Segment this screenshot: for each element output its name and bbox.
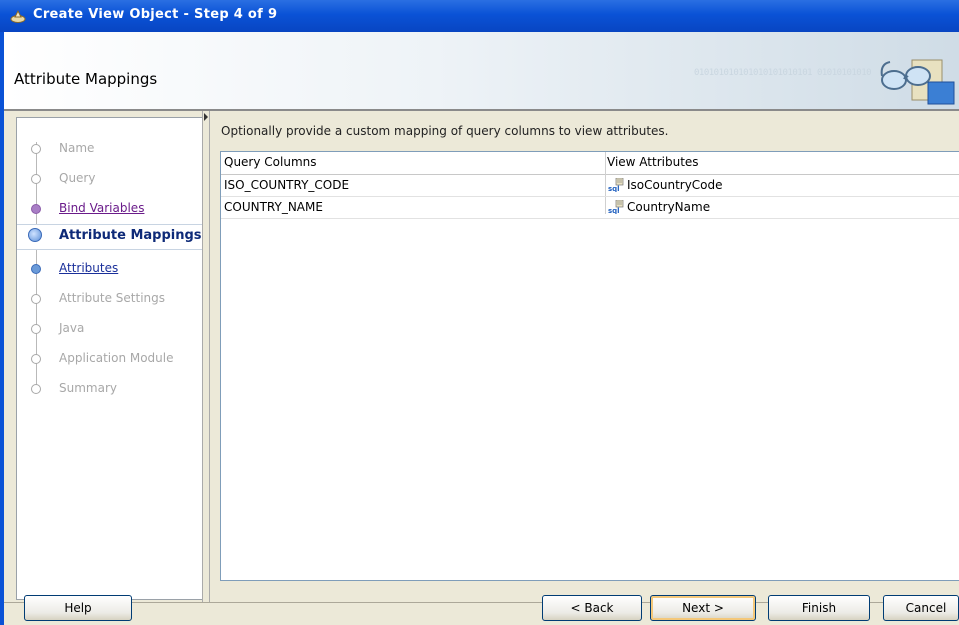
- table-header: Query Columns View Attributes: [221, 152, 959, 175]
- step-current-node-icon: [28, 228, 42, 242]
- query-column-cell[interactable]: ISO_COUNTRY_CODE: [224, 178, 349, 192]
- step-node-icon: [31, 294, 41, 304]
- step-node-icon: [31, 384, 41, 394]
- view-object-glasses-icon: [880, 59, 955, 105]
- step-name: Name: [17, 138, 203, 160]
- step-attributes[interactable]: Attributes: [17, 258, 203, 280]
- step-node-icon: [31, 174, 41, 184]
- query-column-cell[interactable]: COUNTRY_NAME: [224, 200, 323, 214]
- wizard-header: Attribute Mappings 010101010101010101010…: [4, 32, 959, 111]
- sql-attribute-icon: sql: [608, 178, 624, 192]
- table-row[interactable]: COUNTRY_NAME sql CountryName: [221, 197, 959, 219]
- step-label[interactable]: Attributes: [59, 261, 118, 275]
- step-application-module: Application Module: [17, 348, 203, 370]
- step-attribute-mappings[interactable]: Attribute Mappings: [17, 224, 203, 250]
- next-button[interactable]: Next >: [650, 595, 756, 621]
- step-label: Java: [59, 321, 85, 335]
- window-left-border: [0, 32, 4, 625]
- sql-attribute-icon: sql: [608, 200, 624, 214]
- step-node-icon: [31, 204, 41, 214]
- step-node-icon: [31, 264, 41, 274]
- svg-text:sql: sql: [608, 207, 620, 214]
- page-title: Attribute Mappings: [14, 70, 158, 88]
- step-bind-variables[interactable]: Bind Variables: [17, 198, 203, 220]
- svg-text:sql: sql: [608, 185, 620, 192]
- finish-button[interactable]: Finish: [768, 595, 870, 621]
- view-attribute-cell[interactable]: CountryName: [627, 200, 710, 214]
- back-button[interactable]: < Back: [542, 595, 642, 621]
- step-label: Query: [59, 171, 96, 185]
- step-query: Query: [17, 168, 203, 190]
- title-bar[interactable]: Create View Object - Step 4 of 9: [0, 0, 959, 32]
- step-label: Attribute Settings: [59, 291, 166, 305]
- wizard-icon: [10, 9, 26, 23]
- table-row[interactable]: ISO_COUNTRY_CODE sql IsoCountryCode: [221, 175, 959, 197]
- column-header-view-attributes[interactable]: View Attributes: [607, 155, 699, 169]
- panel-splitter[interactable]: [202, 111, 210, 602]
- collapse-arrow-icon[interactable]: [204, 113, 208, 121]
- step-label: Application Module: [59, 351, 174, 365]
- instruction-text: Optionally provide a custom mapping of q…: [221, 124, 669, 138]
- header-decor-text: 010101010101010101010101 01010101010: [694, 68, 872, 78]
- step-node-icon: [31, 324, 41, 334]
- step-label[interactable]: Attribute Mappings: [59, 228, 202, 243]
- cancel-button[interactable]: Cancel: [883, 595, 959, 621]
- step-label[interactable]: Bind Variables: [59, 201, 144, 215]
- mapping-table: Query Columns View Attributes ISO_COUNTR…: [220, 151, 959, 581]
- wizard-steps-panel: Name Query Bind Variables Attribute Mapp…: [16, 117, 204, 600]
- step-node-icon: [31, 354, 41, 364]
- step-attribute-settings: Attribute Settings: [17, 288, 203, 310]
- step-node-icon: [31, 144, 41, 154]
- window-title: Create View Object - Step 4 of 9: [33, 7, 278, 22]
- step-summary: Summary: [17, 378, 203, 400]
- help-button[interactable]: Help: [24, 595, 132, 621]
- view-attribute-cell[interactable]: IsoCountryCode: [627, 178, 723, 192]
- step-java: Java: [17, 318, 203, 340]
- column-header-query-columns[interactable]: Query Columns: [224, 155, 317, 169]
- step-label: Summary: [59, 381, 117, 395]
- step-label: Name: [59, 141, 95, 155]
